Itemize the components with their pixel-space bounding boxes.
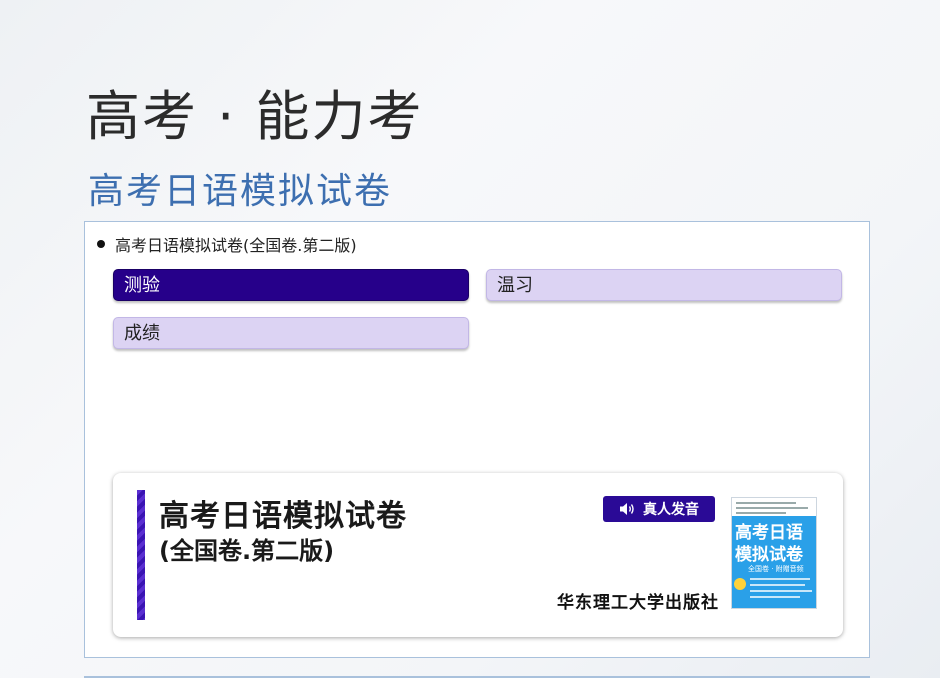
tab-review[interactable]: 温习 xyxy=(486,269,842,301)
tab-scores[interactable]: 成绩 xyxy=(113,317,469,349)
bullet-icon xyxy=(97,240,105,248)
section-title: 高考日语模拟试卷 xyxy=(88,171,393,212)
audio-badge[interactable]: 真人发音 xyxy=(603,496,715,522)
tab-scores-label: 成绩 xyxy=(124,323,160,344)
content-panel: 高考日语模拟试卷(全国卷.第二版) 测验 温习 成绩 高考日语模拟试卷 (全国卷… xyxy=(84,221,870,658)
cover-title-line2: 模拟试卷 xyxy=(735,545,803,565)
audio-badge-label: 真人发音 xyxy=(643,502,699,518)
tab-quiz[interactable]: 测验 xyxy=(113,269,469,301)
book-cover: 高考日语 模拟试卷 全国卷 · 附赠音频 xyxy=(731,497,817,609)
cover-badge xyxy=(734,578,746,590)
cover-note: 全国卷 · 附赠音频 xyxy=(748,565,804,573)
publisher-name: 华东理工大学出版社 xyxy=(557,593,719,613)
decorative-stripe xyxy=(137,490,145,620)
book-item-label: 高考日语模拟试卷(全国卷.第二版) xyxy=(115,236,357,255)
book-card[interactable]: 高考日语模拟试卷 (全国卷.第二版) 真人发音 华东理工大学出版社 高考日语 模… xyxy=(113,473,843,637)
cover-header xyxy=(732,498,816,516)
page-title: 高考 · 能力考 xyxy=(86,85,424,148)
tab-quiz-label: 测验 xyxy=(124,275,160,296)
tab-review-label: 温习 xyxy=(497,275,533,296)
book-subtitle: (全国卷.第二版) xyxy=(159,537,335,565)
book-list-item: 高考日语模拟试卷(全国卷.第二版) xyxy=(97,232,357,256)
speaker-icon xyxy=(620,503,634,515)
book-title: 高考日语模拟试卷 xyxy=(159,499,407,534)
